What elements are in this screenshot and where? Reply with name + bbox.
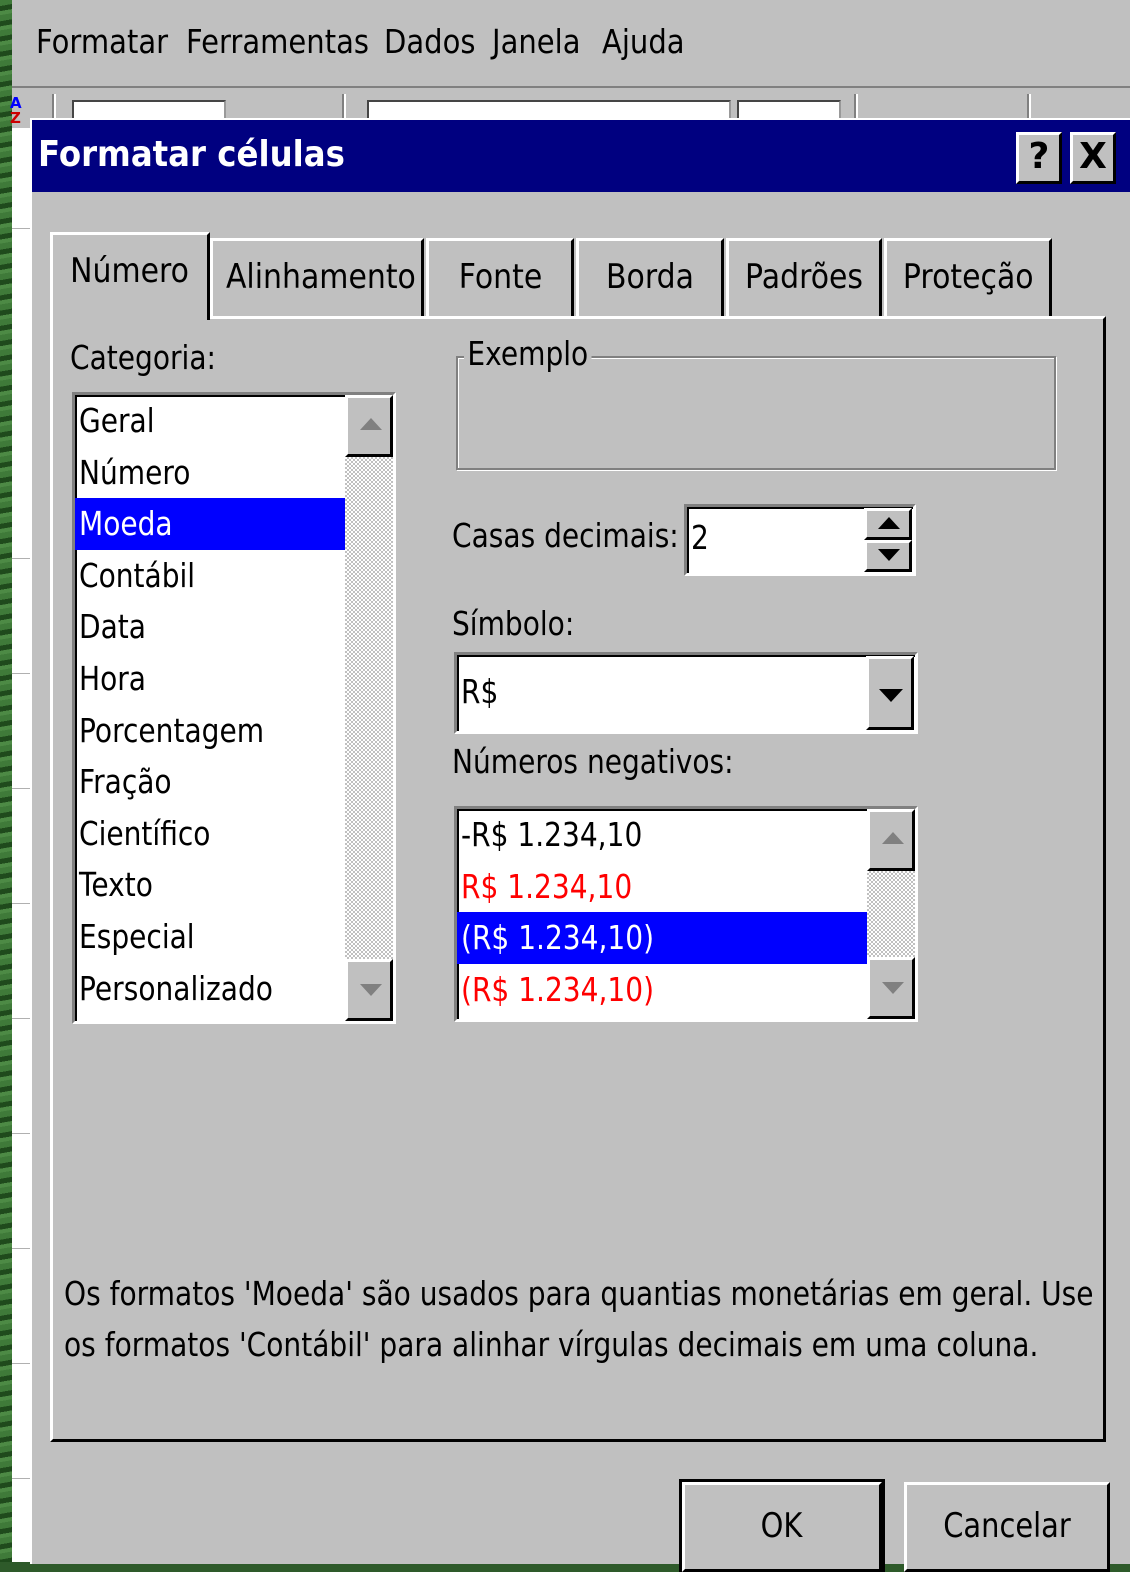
menu-formatar[interactable]: Formatar	[36, 22, 168, 61]
symbol-dropdown-button[interactable]	[866, 656, 914, 730]
menu-ferramentas[interactable]: Ferramentas	[186, 22, 369, 61]
category-item[interactable]: Número	[75, 447, 345, 499]
scroll-up-button[interactable]	[867, 809, 915, 871]
menu-ajuda[interactable]: Ajuda	[602, 22, 685, 61]
category-item[interactable]: Fração	[75, 756, 345, 808]
tab-alinhamento[interactable]: Alinhamento	[210, 238, 424, 316]
dialog-titlebar[interactable]: Formatar células ? X	[32, 120, 1130, 192]
example-groupbox	[456, 356, 1056, 470]
negative-format-item[interactable]: (R$ 1.234,10)	[457, 912, 867, 964]
category-item-label: Especial	[79, 916, 195, 956]
category-listbox[interactable]: Geral Número Moeda Contábil Data Hora Porcenta…	[72, 392, 396, 1024]
category-item-label: Texto	[79, 865, 153, 905]
category-item[interactable]: Data	[75, 601, 345, 653]
tab-numero[interactable]: Número	[50, 232, 210, 320]
category-item-label: Personalizado	[79, 968, 273, 1008]
negative-format-label: R$ 1.234,10	[461, 866, 633, 906]
ok-button[interactable]: OK	[679, 1479, 885, 1572]
category-item[interactable]: Contábil	[75, 550, 345, 602]
tab-fonte[interactable]: Fonte	[426, 238, 574, 316]
scroll-up-button[interactable]	[345, 395, 393, 457]
format-description: Os formatos 'Moeda' são usados para quan…	[64, 1268, 1104, 1370]
tab-borda[interactable]: Borda	[576, 238, 724, 316]
negative-format-label: (R$ 1.234,10)	[461, 918, 655, 958]
description-line: Os formatos 'Moeda' são usados para quan…	[64, 1274, 1094, 1313]
scroll-down-button[interactable]	[867, 957, 915, 1019]
category-item[interactable]: Porcentagem	[75, 705, 345, 757]
tab-protecao[interactable]: Proteção	[884, 238, 1052, 316]
negative-format-label: -R$ 1.234,10	[461, 815, 643, 854]
menu-janela[interactable]: Janela	[492, 22, 581, 61]
negative-numbers-scrollbar[interactable]	[867, 809, 915, 1019]
negative-format-item[interactable]: (R$ 1.234,10)	[457, 964, 867, 1016]
category-item[interactable]: Moeda	[75, 498, 345, 550]
category-scrollbar[interactable]	[345, 395, 393, 1021]
description-line: os formatos 'Contábil' para alinhar vírg…	[64, 1325, 1039, 1364]
spin-up-button[interactable]	[864, 508, 912, 540]
dialog-title: Formatar células	[38, 134, 345, 175]
symbol-label: Símbolo:	[452, 604, 575, 643]
category-item-label: Científico	[79, 813, 211, 853]
category-item[interactable]: Científico	[75, 808, 345, 860]
chevron-down-icon	[879, 689, 903, 702]
category-item-label: Fração	[79, 762, 172, 802]
help-button[interactable]: ?	[1016, 132, 1062, 184]
negative-format-item[interactable]: -R$ 1.234,10	[457, 809, 867, 861]
category-item-label: Número	[79, 452, 191, 492]
example-label: Exemplo	[464, 334, 592, 373]
tab-padroes[interactable]: Padrões	[726, 238, 882, 316]
category-item[interactable]: Geral	[75, 395, 345, 447]
symbol-select[interactable]: R$	[454, 652, 918, 734]
format-cells-dialog: Formatar células ? X Número Alinhamento …	[30, 118, 1130, 1572]
category-item[interactable]: Hora	[75, 653, 345, 705]
category-item-label: Data	[79, 607, 146, 647]
sort-az-icon[interactable]: AZ	[10, 96, 22, 126]
category-item-label: Geral	[79, 401, 155, 440]
category-item-label: Moeda	[79, 504, 173, 544]
category-item[interactable]: Personalizado	[75, 963, 345, 1015]
category-item-label: Hora	[79, 658, 146, 698]
negative-numbers-label: Números negativos:	[452, 742, 734, 781]
category-item[interactable]: Texto	[75, 859, 345, 911]
desktop-background	[0, 0, 12, 1562]
negative-format-label: (R$ 1.234,10)	[461, 969, 655, 1009]
negative-numbers-list: -R$ 1.234,10 R$ 1.234,10 (R$ 1.234,10) (R$ …	[457, 809, 915, 1015]
spin-down-button[interactable]	[864, 540, 912, 572]
menu-bar: Formatar Ferramentas Dados Janela Ajuda	[12, 0, 1130, 88]
category-item[interactable]: Especial	[75, 911, 345, 963]
negative-format-item[interactable]: R$ 1.234,10	[457, 861, 867, 913]
menu-dados[interactable]: Dados	[384, 22, 475, 61]
decimal-places-label: Casas decimais:	[452, 516, 679, 555]
close-button[interactable]: X	[1070, 132, 1116, 184]
category-item-label: Contábil	[79, 555, 196, 595]
cancel-button[interactable]: Cancelar	[904, 1482, 1110, 1572]
category-label: Categoria:	[70, 338, 216, 377]
negative-numbers-listbox[interactable]: -R$ 1.234,10 R$ 1.234,10 (R$ 1.234,10) (R$ …	[454, 806, 918, 1022]
category-item-label: Porcentagem	[79, 710, 265, 750]
scroll-down-button[interactable]	[345, 959, 393, 1021]
